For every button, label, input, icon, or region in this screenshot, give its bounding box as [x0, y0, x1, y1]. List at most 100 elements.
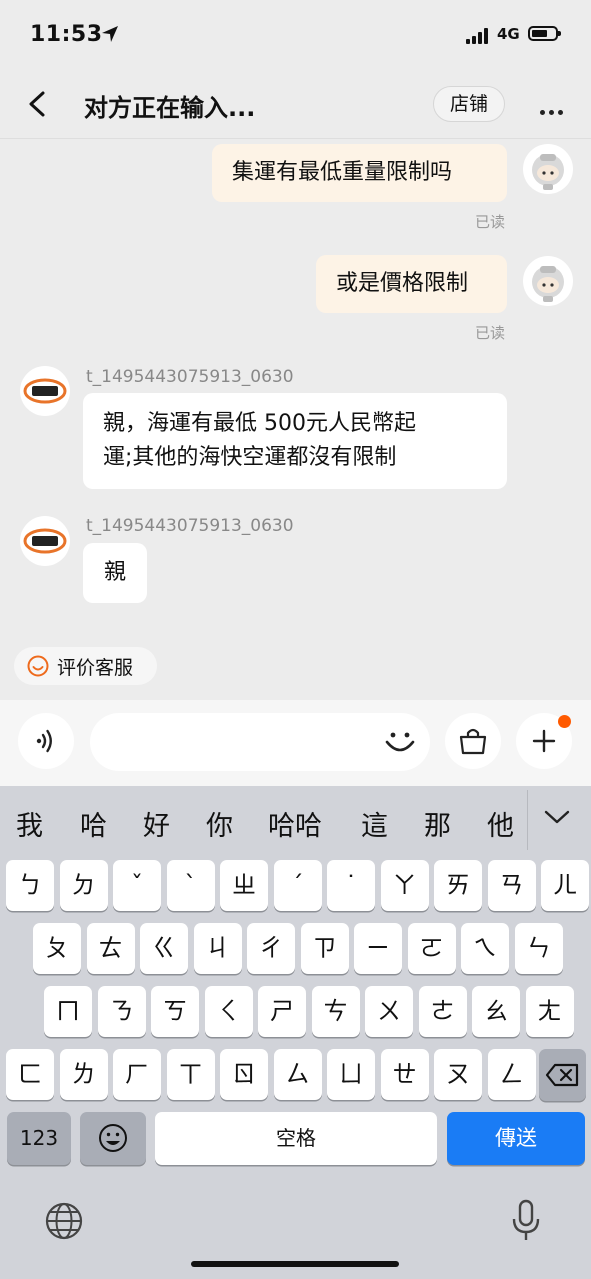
key-zhuyin[interactable]: ㄤ: [525, 986, 574, 1037]
key-zhuyin[interactable]: ㄠ: [472, 986, 520, 1037]
incoming-message[interactable]: 親，海運有最低 500元人民幣起 運;其他的海快空運都沒有限制: [83, 393, 507, 489]
space-key[interactable]: 空格: [155, 1112, 437, 1165]
my-avatar[interactable]: [523, 256, 573, 306]
key-zhuyin[interactable]: ㄆ: [33, 923, 81, 974]
nav-divider: [0, 138, 591, 139]
key-zhuyin[interactable]: ㄥ: [487, 1049, 536, 1100]
signal-icon: [466, 28, 492, 44]
key-zhuyin[interactable]: ㄙ: [273, 1049, 322, 1100]
key-zhuyin[interactable]: ㄛ: [407, 923, 456, 974]
smile-icon: [27, 655, 49, 677]
network-type: 4G: [497, 25, 520, 43]
more-icon[interactable]: [540, 100, 567, 119]
key-zhuyin[interactable]: ㄡ: [434, 1049, 482, 1100]
key-zhuyin[interactable]: ㄐ: [193, 923, 242, 974]
key-zhuyin[interactable]: ㄧ: [354, 923, 402, 974]
message-text-line: 運;其他的海快空運都沒有限制: [103, 445, 397, 470]
key-zhuyin[interactable]: ㄘ: [311, 986, 360, 1037]
key-zhuyin[interactable]: ㄋ: [97, 986, 146, 1037]
key-zhuyin[interactable]: ㄊ: [86, 923, 135, 974]
robot-avatar-icon: [532, 154, 564, 190]
message-text: 集運有最低重量限制吗: [232, 160, 453, 185]
candidate-word[interactable]: 哈: [80, 804, 107, 843]
key-zhuyin[interactable]: ㄗ: [300, 923, 349, 974]
read-receipt: 已读: [475, 324, 506, 342]
rate-service-button[interactable]: 评价客服: [14, 647, 157, 685]
key-zhuyin[interactable]: ㄕ: [258, 986, 306, 1037]
message-input[interactable]: [90, 713, 430, 771]
key-zhuyin[interactable]: ㄜ: [418, 986, 467, 1037]
chevron-down-icon[interactable]: [540, 806, 574, 828]
shop-bag-button[interactable]: [445, 713, 501, 769]
key-zhuyin[interactable]: ㄔ: [247, 923, 295, 974]
candidate-word[interactable]: 哈哈: [268, 804, 322, 843]
sender-name: t_1495443075913_0630: [86, 367, 294, 387]
key-zhuyin[interactable]: ˙: [327, 860, 375, 911]
candidate-word[interactable]: 那: [424, 804, 451, 843]
shop-button[interactable]: 店铺: [433, 86, 505, 122]
status-time: 11:53: [30, 22, 103, 47]
key-zhuyin[interactable]: ˋ: [166, 860, 215, 911]
shop-avatar[interactable]: [20, 366, 70, 416]
key-zhuyin[interactable]: ㄎ: [151, 986, 199, 1037]
shop-logo-icon: [23, 528, 67, 554]
sender-name: t_1495443075913_0630: [86, 516, 294, 536]
home-indicator: [191, 1261, 399, 1267]
key-zhuyin[interactable]: ㄞ: [434, 860, 482, 911]
outgoing-message[interactable]: 或是價格限制: [316, 255, 507, 313]
rate-label: 评价客服: [57, 657, 134, 679]
outgoing-message[interactable]: 集運有最低重量限制吗: [212, 144, 507, 202]
shop-logo-icon: [23, 378, 67, 404]
key-zhuyin[interactable]: ㄅ: [6, 860, 54, 911]
key-zhuyin[interactable]: ㄍ: [140, 923, 188, 974]
key-zhuyin[interactable]: ㄑ: [204, 986, 253, 1037]
candidate-word[interactable]: 你: [206, 804, 233, 843]
key-zhuyin[interactable]: ㄟ: [461, 923, 509, 974]
notification-dot: [558, 715, 571, 728]
back-icon[interactable]: [22, 88, 52, 120]
robot-avatar-icon: [532, 266, 564, 302]
candidate-word[interactable]: 這: [361, 804, 388, 843]
numbers-key[interactable]: 123: [7, 1112, 71, 1165]
emoji-key[interactable]: [80, 1112, 146, 1165]
key-zhuyin[interactable]: ㄣ: [514, 923, 563, 974]
battery-icon: [528, 26, 561, 41]
candidate-word[interactable]: 好: [143, 804, 170, 843]
candidate-word[interactable]: 他: [487, 804, 514, 843]
emoji-icon[interactable]: [382, 724, 418, 760]
key-zhuyin[interactable]: ㄦ: [541, 860, 589, 911]
candidate-divider: [527, 790, 528, 850]
key-zhuyin[interactable]: ㄈ: [6, 1049, 54, 1100]
key-zhuyin[interactable]: ㄏ: [113, 1049, 161, 1100]
shop-avatar[interactable]: [20, 516, 70, 566]
key-zhuyin[interactable]: ㄝ: [380, 1049, 429, 1100]
my-avatar[interactable]: [523, 144, 573, 194]
send-key[interactable]: 傳送: [447, 1112, 585, 1165]
voice-icon: [36, 729, 52, 753]
key-zhuyin[interactable]: ㄢ: [487, 860, 536, 911]
incoming-message[interactable]: 親: [83, 543, 147, 603]
key-zhuyin[interactable]: ㄇ: [44, 986, 92, 1037]
candidate-word[interactable]: 我: [16, 804, 43, 843]
message-text: 或是價格限制: [336, 271, 469, 296]
read-receipt: 已读: [475, 213, 506, 231]
globe-icon[interactable]: [43, 1200, 85, 1242]
key-zhuyin[interactable]: ㄓ: [220, 860, 268, 911]
microphone-icon[interactable]: [508, 1198, 544, 1244]
message-text: 親: [103, 560, 126, 585]
backspace-key[interactable]: [539, 1049, 586, 1101]
key-zhuyin[interactable]: ㄖ: [220, 1049, 268, 1100]
key-zhuyin[interactable]: ㄩ: [327, 1049, 375, 1100]
key-zhuyin[interactable]: ㄉ: [59, 860, 108, 911]
voice-button[interactable]: [18, 713, 74, 769]
status-bar: 11:53 4G: [0, 0, 591, 70]
key-zhuyin[interactable]: ㄌ: [59, 1049, 108, 1100]
key-zhuyin[interactable]: ㄨ: [365, 986, 413, 1037]
key-zhuyin[interactable]: ㄒ: [166, 1049, 215, 1100]
chat-title: 对方正在输入...: [84, 94, 256, 122]
emoji-keyboard-icon: [99, 1124, 127, 1152]
key-zhuyin[interactable]: ㄚ: [380, 860, 429, 911]
key-zhuyin[interactable]: ˇ: [113, 860, 161, 911]
message-text-line: 親，海運有最低 500元人民幣起: [103, 411, 416, 436]
key-zhuyin[interactable]: ˊ: [273, 860, 322, 911]
